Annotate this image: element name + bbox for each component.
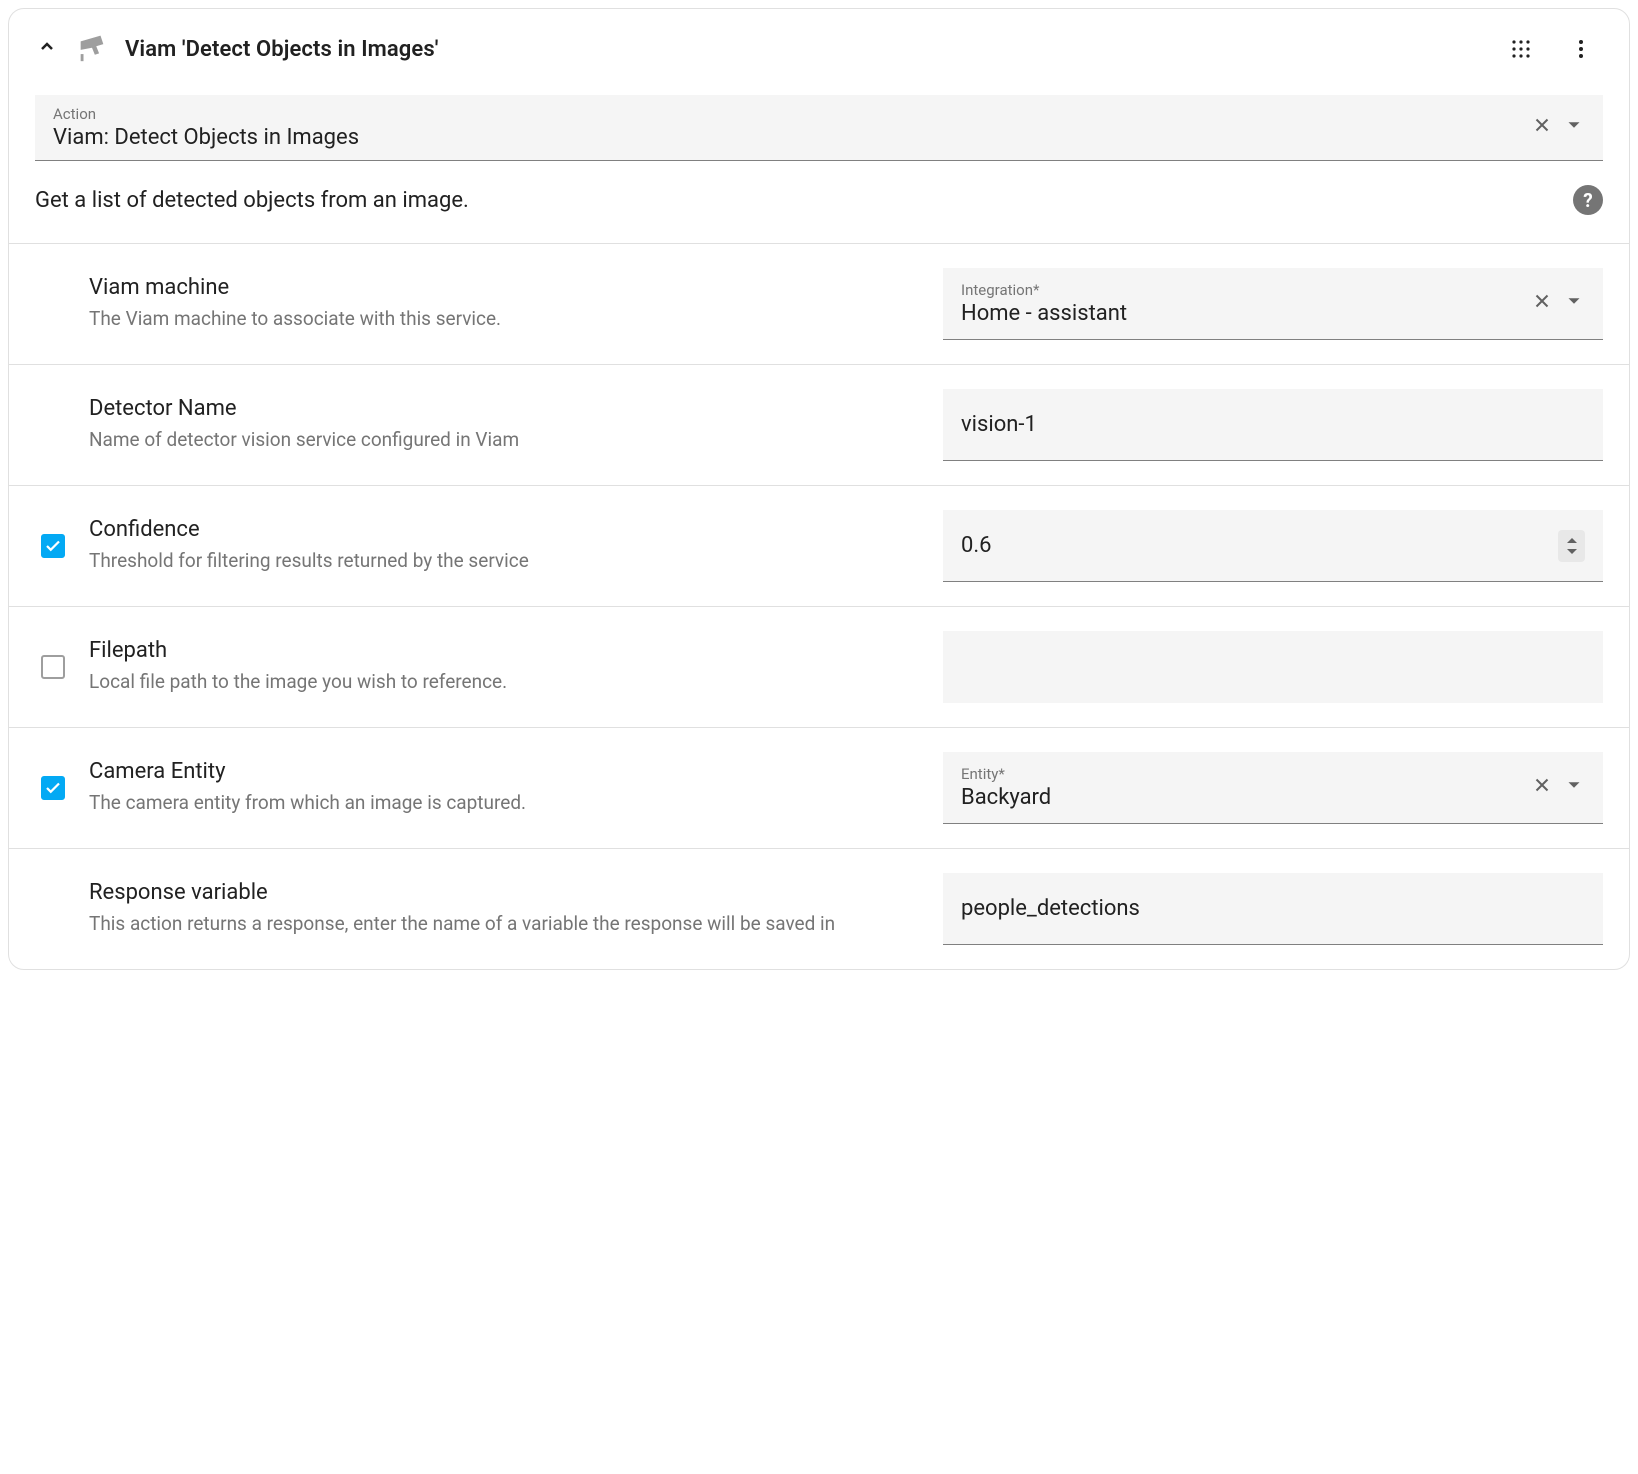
field-title: Filepath (89, 638, 905, 663)
field-desc: The camera entity from which an image is… (89, 790, 905, 817)
action-label: Action (53, 105, 1531, 123)
control-label: Entity* (961, 765, 1531, 783)
text-input[interactable] (961, 896, 1585, 921)
integration-select[interactable]: Integration* Home - assistant (943, 268, 1603, 340)
card-header: Viam 'Detect Objects in Images' (9, 9, 1629, 95)
field-desc: The Viam machine to associate with this … (89, 306, 905, 333)
action-card: Viam 'Detect Objects in Images' Action V… (8, 8, 1630, 970)
field-title: Detector Name (89, 396, 905, 421)
field-response-variable: Response variable This action returns a … (9, 849, 1629, 969)
field-desc: Threshold for filtering results returned… (89, 548, 905, 575)
filepath-input[interactable] (943, 631, 1603, 703)
filepath-checkbox[interactable] (41, 655, 65, 679)
response-variable-input[interactable] (943, 873, 1603, 945)
clear-icon[interactable] (1531, 290, 1553, 317)
action-value: Viam: Detect Objects in Images (53, 125, 359, 150)
field-camera-entity: Camera Entity The camera entity from whi… (9, 728, 1629, 849)
detector-name-input[interactable] (943, 389, 1603, 461)
entity-select[interactable]: Entity* Backyard (943, 752, 1603, 824)
clear-icon[interactable] (1531, 774, 1553, 801)
control-value: Backyard (961, 785, 1051, 810)
field-filepath: Filepath Local file path to the image yo… (9, 607, 1629, 728)
text-input[interactable] (961, 655, 1585, 680)
camera-icon (75, 30, 109, 69)
action-select[interactable]: Action Viam: Detect Objects in Images (35, 95, 1603, 161)
camera-entity-checkbox[interactable] (41, 776, 65, 800)
description-text: Get a list of detected objects from an i… (35, 188, 1573, 213)
confidence-input[interactable] (943, 510, 1603, 582)
field-title: Camera Entity (89, 759, 905, 784)
chevron-down-icon[interactable] (1563, 114, 1585, 141)
number-input[interactable] (961, 533, 1558, 558)
field-confidence: Confidence Threshold for filtering resul… (9, 486, 1629, 607)
collapse-icon[interactable] (35, 35, 59, 64)
field-viam-machine: Viam machine The Viam machine to associa… (9, 244, 1629, 365)
field-title: Confidence (89, 517, 905, 542)
text-input[interactable] (961, 412, 1585, 437)
field-desc: Name of detector vision service configur… (89, 427, 905, 454)
apps-icon[interactable] (1499, 27, 1543, 71)
field-desc: This action returns a response, enter th… (89, 911, 905, 938)
field-title: Response variable (89, 880, 905, 905)
help-icon[interactable]: ? (1573, 185, 1603, 215)
clear-icon[interactable] (1531, 114, 1553, 141)
chevron-down-icon[interactable] (1563, 290, 1585, 317)
control-label: Integration* (961, 281, 1531, 299)
field-detector-name: Detector Name Name of detector vision se… (9, 365, 1629, 486)
confidence-checkbox[interactable] (41, 534, 65, 558)
control-value: Home - assistant (961, 301, 1127, 326)
description-row: Get a list of detected objects from an i… (9, 161, 1629, 244)
more-vert-icon[interactable] (1559, 27, 1603, 71)
chevron-down-icon[interactable] (1563, 774, 1585, 801)
field-desc: Local file path to the image you wish to… (89, 669, 905, 696)
card-title: Viam 'Detect Objects in Images' (125, 37, 1483, 62)
field-title: Viam machine (89, 275, 905, 300)
number-stepper[interactable] (1558, 530, 1585, 562)
